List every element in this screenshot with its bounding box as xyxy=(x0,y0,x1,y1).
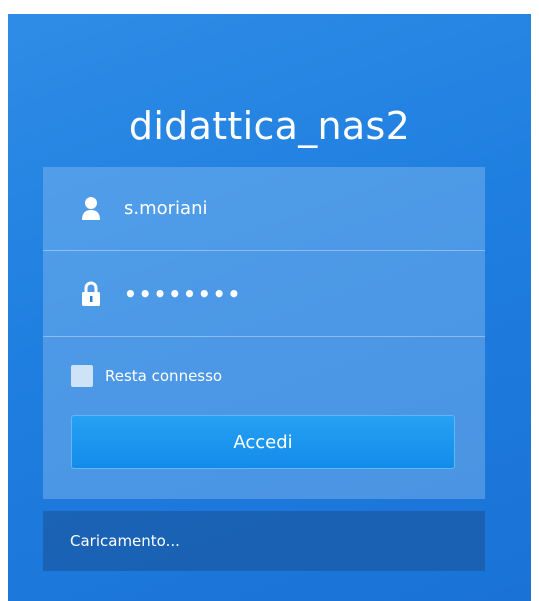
lock-icon xyxy=(76,279,106,309)
status-bar: Caricamento... xyxy=(43,511,485,571)
login-button[interactable]: Accedi xyxy=(71,415,455,469)
remember-label: Resta connesso xyxy=(105,367,223,385)
status-text: Caricamento... xyxy=(70,532,180,550)
login-panel: s.moriani •••••••• Resta connesso Accedi xyxy=(43,167,485,499)
login-background: didattica_nas2 s.moriani •••••••• Resta … xyxy=(8,14,531,601)
password-value: •••••••• xyxy=(124,282,243,306)
username-value: s.moriani xyxy=(124,198,208,219)
remember-checkbox[interactable] xyxy=(71,365,93,387)
user-icon xyxy=(76,194,106,224)
username-field[interactable]: s.moriani xyxy=(43,167,485,251)
server-title: didattica_nas2 xyxy=(128,104,411,148)
remember-me[interactable]: Resta connesso xyxy=(71,365,222,387)
password-field[interactable]: •••••••• xyxy=(43,252,485,337)
